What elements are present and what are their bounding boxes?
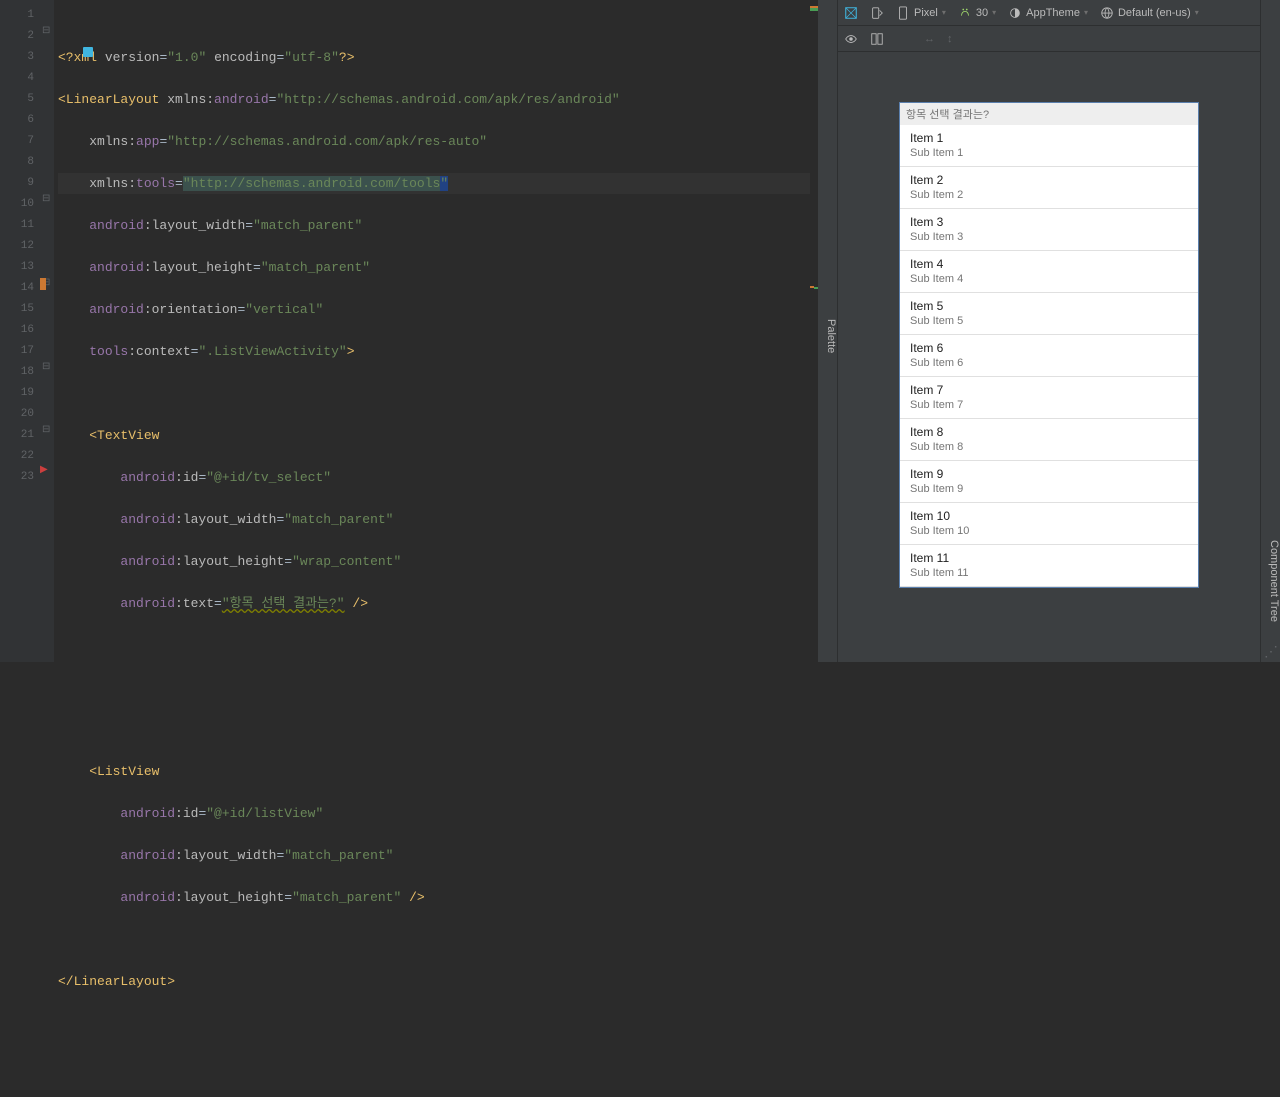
pan-v-icon[interactable]: ↕ (947, 33, 953, 45)
pan-h-icon[interactable]: ↔ (924, 33, 935, 45)
line-gutter: 1234567891011121314151617181920212223 (0, 0, 40, 662)
design-toolbar: Pixel▾ 30▾ AppTheme▾ Default (en-us)▾ (838, 0, 1260, 26)
warning-marker (40, 278, 46, 290)
list-item[interactable]: Item 1Sub Item 1 (900, 125, 1198, 167)
code-area[interactable]: <?xml version="1.0" encoding="utf-8"?> <… (54, 0, 810, 662)
resize-grip-icon[interactable]: ⋰ (1264, 643, 1278, 660)
list-item[interactable]: Item 5Sub Item 5 (900, 293, 1198, 335)
locale-dropdown[interactable]: Default (en-us)▾ (1100, 6, 1199, 20)
component-tree-tab[interactable]: Component Tree (1260, 0, 1280, 662)
device-frame: 항목 선택 결과는? Item 1Sub Item 1Item 2Sub Ite… (899, 102, 1199, 588)
preview-canvas[interactable]: 항목 선택 결과는? Item 1Sub Item 1Item 2Sub Ite… (838, 52, 1260, 662)
error-stripe (810, 0, 818, 662)
list-item[interactable]: Item 9Sub Item 9 (900, 461, 1198, 503)
eye-icon[interactable] (844, 32, 858, 46)
orientation-icon[interactable] (870, 6, 884, 20)
api-dropdown[interactable]: 30▾ (958, 6, 996, 20)
code-editor[interactable]: 1234567891011121314151617181920212223 ⊟ … (0, 0, 818, 662)
list-item[interactable]: Item 7Sub Item 7 (900, 377, 1198, 419)
design-pane: Palette Pixel▾ 30▾ AppTheme▾ Default (en… (818, 0, 1280, 662)
list-item[interactable]: Item 2Sub Item 2 (900, 167, 1198, 209)
device-dropdown[interactable]: Pixel▾ (896, 6, 946, 20)
breakpoint-icon[interactable]: ▶ (40, 460, 48, 481)
list-item[interactable]: Item 6Sub Item 6 (900, 335, 1198, 377)
palette-tab[interactable]: Palette (818, 0, 838, 662)
surface-icon[interactable] (844, 6, 858, 20)
list-item[interactable]: Item 8Sub Item 8 (900, 419, 1198, 461)
list-item[interactable]: Item 3Sub Item 3 (900, 209, 1198, 251)
list-item[interactable]: Item 11Sub Item 11 (900, 545, 1198, 587)
view-toolbar: ↔ ↕ (838, 26, 1260, 52)
preview-header: 항목 선택 결과는? (900, 103, 1198, 125)
theme-dropdown[interactable]: AppTheme▾ (1008, 6, 1088, 20)
listview-preview: Item 1Sub Item 1Item 2Sub Item 2Item 3Su… (900, 125, 1198, 587)
split-icon[interactable] (870, 32, 884, 46)
fold-gutter: ⊟ ⊟ ⊟ ⊟ ⊟ (40, 0, 54, 662)
list-item[interactable]: Item 4Sub Item 4 (900, 251, 1198, 293)
list-item[interactable]: Item 10Sub Item 10 (900, 503, 1198, 545)
layout-icon (20, 23, 94, 86)
